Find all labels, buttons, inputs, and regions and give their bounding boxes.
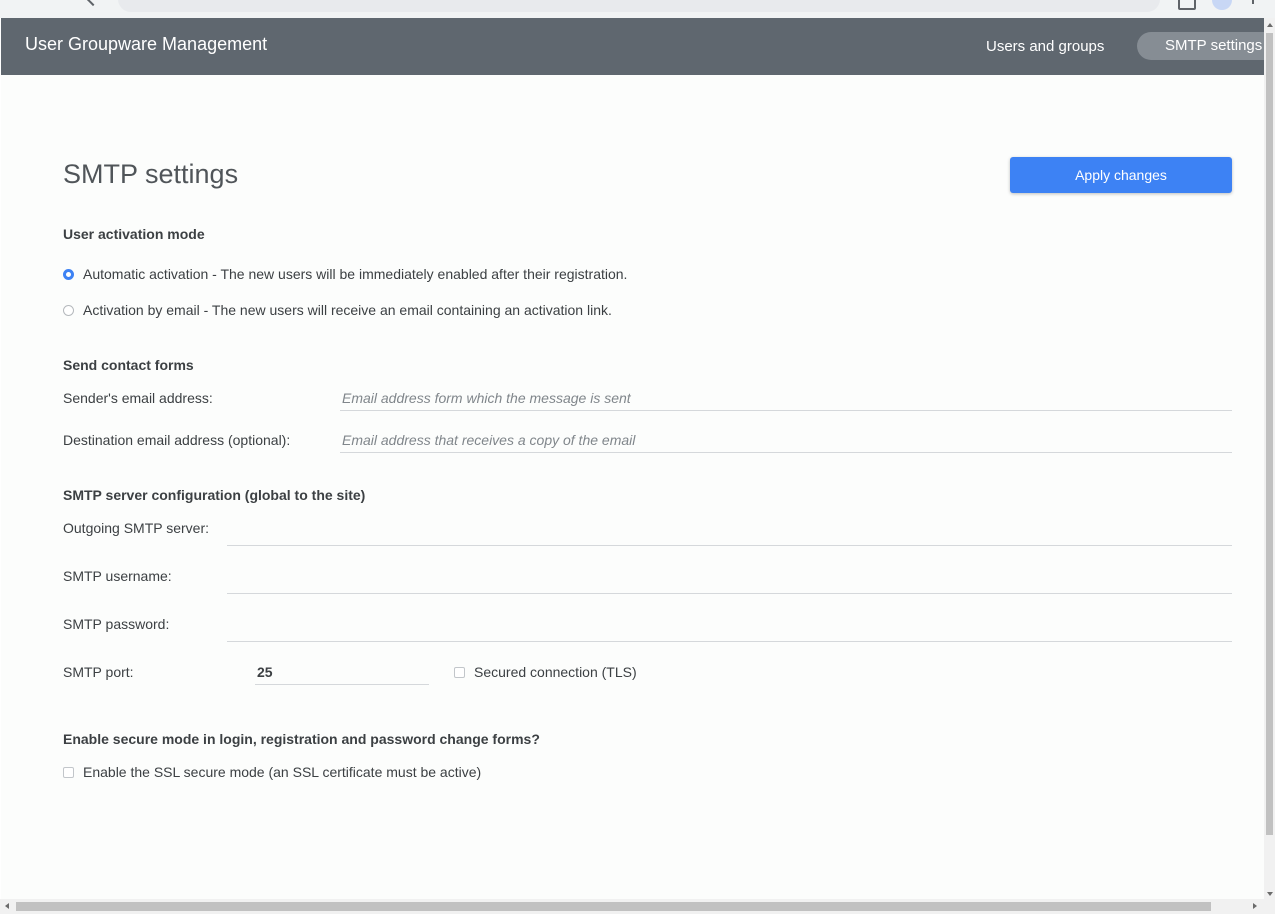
address-bar[interactable] — [118, 0, 1160, 12]
browser-toolbar — [0, 0, 1275, 18]
ssl-checkbox-row[interactable]: Enable the SSL secure mode (an SSL certi… — [63, 764, 481, 780]
page-title: SMTP settings — [63, 159, 239, 189]
smtp-username-input[interactable] — [227, 568, 1232, 594]
app-title: User Groupware Management — [25, 34, 268, 54]
tls-checkbox[interactable] — [454, 666, 465, 678]
smtp-config-heading: SMTP server configuration (global to the… — [63, 487, 366, 503]
radio-unselected-icon[interactable] — [63, 304, 74, 316]
radio-label: Automatic activation - The new users wil… — [83, 266, 628, 282]
scroll-left-arrow-icon[interactable] — [5, 903, 9, 909]
tab-switch-icon[interactable] — [1178, 0, 1196, 10]
main-content: SMTP settings Apply changes User activat… — [1, 75, 1264, 899]
radio-label: Activation by email - The new users will… — [83, 302, 612, 318]
nav-users-and-groups[interactable]: Users and groups — [986, 38, 1104, 55]
vertical-scrollbar[interactable] — [1264, 18, 1275, 900]
back-arrow-icon[interactable] — [85, 0, 101, 7]
ssl-checkbox[interactable] — [63, 766, 74, 778]
scrollbar-thumb[interactable] — [1266, 33, 1273, 835]
radio-selected-icon[interactable] — [63, 268, 74, 280]
activation-mode-heading: User activation mode — [63, 226, 205, 242]
smtp-port-label: SMTP port: — [63, 664, 134, 680]
smtp-username-label: SMTP username: — [63, 568, 172, 584]
destination-email-label: Destination email address (optional): — [63, 432, 291, 448]
scroll-right-arrow-icon[interactable] — [1253, 903, 1257, 909]
sender-email-label: Sender's email address: — [63, 390, 213, 406]
scroll-up-arrow-icon[interactable] — [1267, 23, 1273, 27]
radio-automatic-activation[interactable]: Automatic activation - The new users wil… — [63, 266, 627, 282]
ssl-label: Enable the SSL secure mode (an SSL certi… — [83, 764, 482, 780]
smtp-password-label: SMTP password: — [63, 616, 170, 632]
smtp-port-input[interactable] — [255, 659, 429, 685]
scrollbar-thumb[interactable] — [16, 902, 1211, 911]
nav-smtp-settings[interactable]: SMTP settings — [1137, 32, 1265, 60]
app-header: User Groupware Management Users and grou… — [1, 18, 1265, 75]
secure-mode-heading: Enable secure mode in login, registratio… — [63, 731, 540, 747]
smtp-server-label: Outgoing SMTP server: — [63, 520, 210, 536]
destination-email-input[interactable] — [340, 427, 1232, 453]
apply-changes-button[interactable]: Apply changes — [1010, 157, 1232, 193]
tls-checkbox-row[interactable]: Secured connection (TLS) — [454, 664, 637, 680]
radio-activation-by-email[interactable]: Activation by email - The new users will… — [63, 302, 612, 318]
sender-email-input[interactable] — [340, 385, 1232, 411]
smtp-server-input[interactable] — [227, 520, 1232, 546]
scroll-down-arrow-icon[interactable] — [1267, 892, 1273, 896]
contact-forms-heading: Send contact forms — [63, 357, 194, 373]
smtp-password-input[interactable] — [227, 616, 1232, 642]
menu-icon[interactable] — [1252, 0, 1254, 4]
tls-label: Secured connection (TLS) — [474, 664, 637, 680]
horizontal-scrollbar[interactable] — [0, 899, 1275, 914]
profile-avatar[interactable] — [1212, 0, 1232, 10]
